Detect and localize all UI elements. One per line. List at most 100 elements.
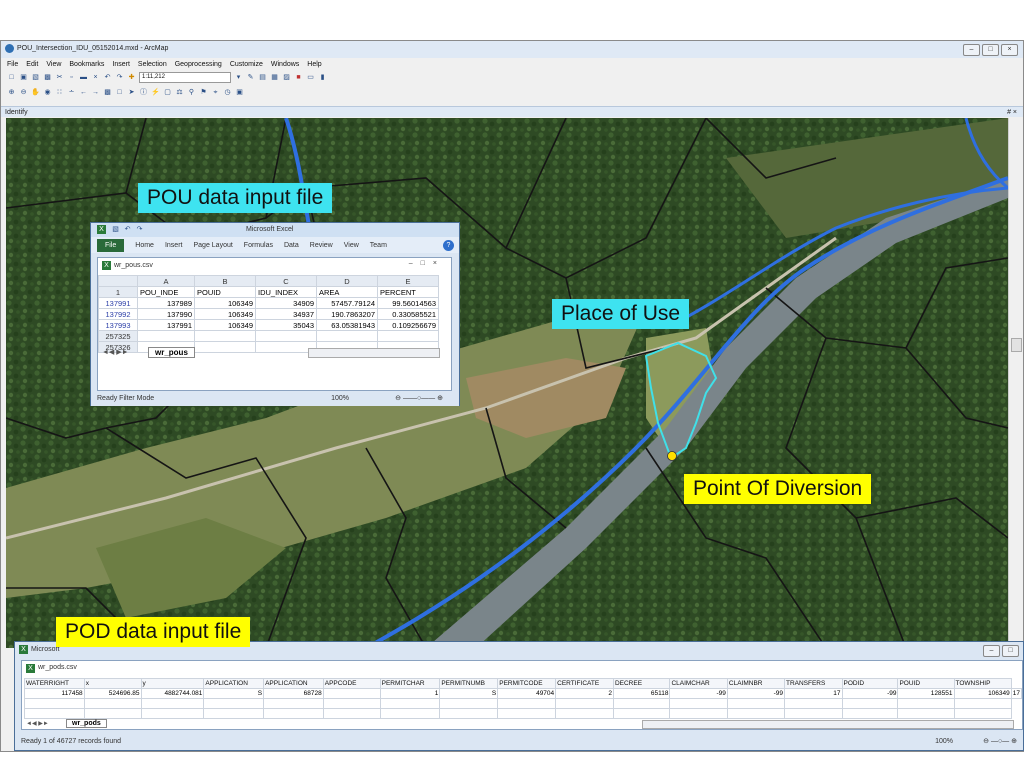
- open-folder-icon[interactable]: ▣: [19, 73, 28, 82]
- sheet-tab-wr-pods[interactable]: wr_pods: [66, 719, 107, 728]
- table-cell[interactable]: 524696.85: [83, 688, 142, 699]
- empty-cell[interactable]: [379, 698, 441, 709]
- editor-toolbar-icon[interactable]: ✎: [246, 73, 255, 82]
- empty-cell[interactable]: [841, 698, 899, 709]
- empty-cell[interactable]: [83, 708, 142, 719]
- table-cell[interactable]: 190.7863207: [316, 308, 378, 320]
- chevron-down-icon[interactable]: ▾: [234, 73, 243, 82]
- paste-icon[interactable]: ▬: [79, 73, 88, 82]
- table-cell[interactable]: [377, 330, 439, 342]
- table-cell[interactable]: 106349: [194, 297, 256, 309]
- empty-cell[interactable]: [203, 708, 265, 719]
- map-vertical-scrollbar[interactable]: [1008, 118, 1022, 644]
- empty-cell[interactable]: [203, 698, 265, 709]
- table-cell[interactable]: 106349: [194, 308, 256, 320]
- column-letter[interactable]: D: [316, 275, 378, 287]
- column-header[interactable]: PODID: [841, 678, 899, 689]
- table-cell[interactable]: 137991: [137, 319, 195, 331]
- table-cell[interactable]: [255, 330, 317, 342]
- table-cell[interactable]: 68728: [263, 688, 324, 699]
- column-letter[interactable]: E: [377, 275, 439, 287]
- table-cell[interactable]: 35043: [255, 319, 317, 331]
- maximize-button[interactable]: □: [982, 44, 999, 56]
- column-header[interactable]: PERMITNUMB: [439, 678, 499, 689]
- table-cell[interactable]: 106349: [953, 688, 1012, 699]
- menu-item-7[interactable]: Customize: [230, 61, 263, 68]
- delete-icon[interactable]: ×: [91, 73, 100, 82]
- table-cell[interactable]: [137, 330, 195, 342]
- menu-item-3[interactable]: Bookmarks: [69, 61, 104, 68]
- column-header[interactable]: TOWNSHIP: [953, 678, 1012, 689]
- maximize-button[interactable]: □: [1002, 645, 1019, 657]
- table-cell[interactable]: 137989: [137, 297, 195, 309]
- empty-cell[interactable]: [783, 698, 843, 709]
- empty-cell[interactable]: [612, 708, 671, 719]
- column-letter[interactable]: B: [194, 275, 256, 287]
- horizontal-scrollbar[interactable]: [642, 720, 1014, 729]
- quick-redo-icon[interactable]: ↷: [135, 225, 144, 234]
- column-header[interactable]: CLAIMNBR: [726, 678, 785, 689]
- horizontal-scrollbar[interactable]: [308, 348, 440, 358]
- copy-icon[interactable]: ▫: [67, 73, 76, 82]
- html-popup-icon[interactable]: ▢: [163, 88, 172, 97]
- map-scale-input[interactable]: 1:11,212: [139, 71, 231, 83]
- pods-spreadsheet[interactable]: WATERRIGHT x y APPLICATION APPLICATION APPCOD…: [24, 678, 1022, 719]
- ribbon-tab-7[interactable]: View: [344, 242, 359, 249]
- table-cell[interactable]: 2: [555, 688, 614, 699]
- table-cell[interactable]: 4882744.081: [140, 688, 205, 699]
- table-cell[interactable]: 1: [379, 688, 441, 699]
- table-cell[interactable]: [194, 330, 256, 342]
- empty-cell[interactable]: [669, 698, 728, 709]
- corner-cell[interactable]: [98, 275, 138, 287]
- zoom-out-icon[interactable]: ⊖: [19, 88, 28, 97]
- undo-icon[interactable]: ↶: [103, 73, 112, 82]
- back-extent-icon[interactable]: ←: [79, 88, 88, 97]
- table-cell[interactable]: 49704: [497, 688, 557, 699]
- save-icon[interactable]: ▧: [31, 73, 40, 82]
- empty-cell[interactable]: [555, 708, 614, 719]
- menu-item-8[interactable]: Windows: [271, 61, 299, 68]
- column-header[interactable]: CERTIFICATE: [555, 678, 614, 689]
- forward-extent-icon[interactable]: →: [91, 88, 100, 97]
- empty-cell[interactable]: [841, 708, 899, 719]
- scrollbar-thumb[interactable]: [1011, 338, 1022, 352]
- column-header[interactable]: CLAIMCHAR: [669, 678, 728, 689]
- column-letter[interactable]: C: [255, 275, 317, 287]
- create-viewer-icon[interactable]: ▣: [235, 88, 244, 97]
- zoom-slider-icon[interactable]: ⊖ ——○—— ⊕: [395, 391, 443, 406]
- ribbon-tab-0[interactable]: File: [97, 238, 125, 252]
- empty-cell[interactable]: [379, 708, 441, 719]
- empty-cell[interactable]: [322, 708, 381, 719]
- python-window-icon[interactable]: ▭: [306, 73, 315, 82]
- workbook-window-controls-icon[interactable]: –□×: [409, 260, 445, 267]
- empty-cell[interactable]: [322, 698, 381, 709]
- table-cell[interactable]: 117458: [24, 688, 85, 699]
- empty-cell[interactable]: [612, 698, 671, 709]
- table-cell[interactable]: [322, 688, 381, 699]
- table-cell[interactable]: 0.330585521: [377, 308, 439, 320]
- row-number[interactable]: 137992: [98, 308, 138, 320]
- empty-cell[interactable]: [897, 708, 955, 719]
- identify-icon[interactable]: ⓘ: [139, 88, 148, 97]
- ribbon-tab-6[interactable]: Review: [310, 242, 333, 249]
- column-header[interactable]: AREA: [316, 286, 378, 298]
- table-cell[interactable]: S: [439, 688, 499, 699]
- ribbon-tab-2[interactable]: Insert: [165, 242, 183, 249]
- column-header[interactable]: TRANSFERS: [783, 678, 843, 689]
- ribbon-tab-3[interactable]: Page Layout: [193, 242, 232, 249]
- go-to-xy-icon[interactable]: ⌖: [211, 88, 220, 97]
- row-number[interactable]: 137993: [98, 319, 138, 331]
- column-header[interactable]: POUID: [194, 286, 256, 298]
- column-header[interactable]: APPLICATION: [263, 678, 324, 689]
- quick-save-icon[interactable]: ▧: [111, 225, 120, 234]
- menu-item-4[interactable]: Insert: [112, 61, 130, 68]
- column-header[interactable]: POUID: [897, 678, 955, 689]
- empty-cell[interactable]: [140, 708, 205, 719]
- empty-cell[interactable]: [497, 698, 557, 709]
- menu-item-1[interactable]: Edit: [26, 61, 38, 68]
- select-elements-icon[interactable]: ➤: [127, 88, 136, 97]
- column-header[interactable]: POU_INDE: [137, 286, 195, 298]
- table-cell[interactable]: [194, 341, 256, 353]
- table-of-contents-icon[interactable]: ▤: [258, 73, 267, 82]
- empty-cell[interactable]: [24, 708, 85, 719]
